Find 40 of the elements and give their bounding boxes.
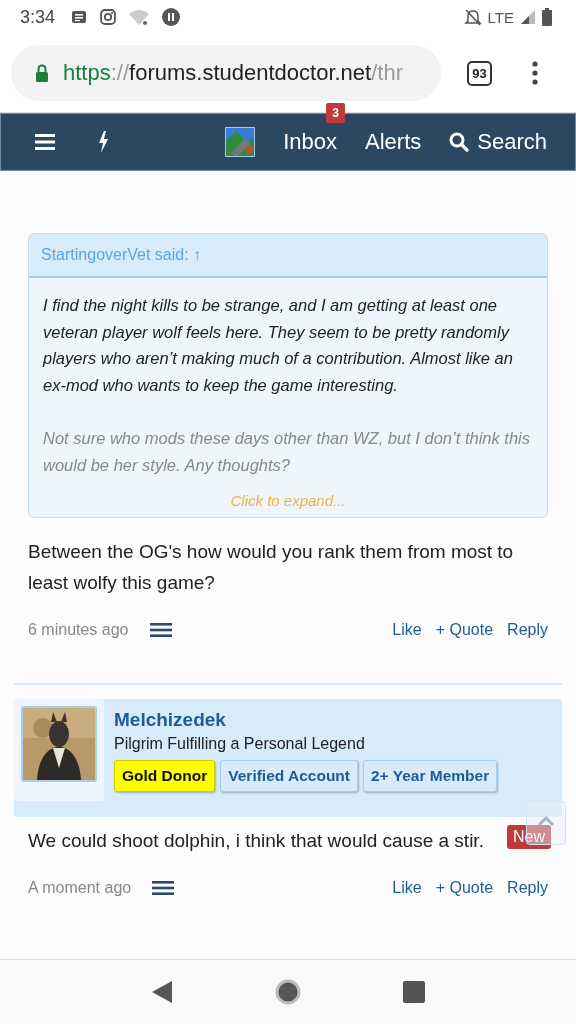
post-text: We could shoot dolphin, i think that would cause a stir.	[28, 829, 484, 853]
action-link[interactable]: Reply	[507, 879, 548, 897]
menu-icon[interactable]	[152, 881, 175, 895]
pause-icon	[161, 7, 182, 27]
post-time[interactable]: 6 minutes ago	[28, 621, 129, 639]
count-badge: 3	[326, 103, 346, 123]
back-icon[interactable]	[151, 980, 173, 1004]
menu-icon[interactable]	[35, 134, 55, 150]
quote-text: Not sure who mods these days other than WZ, but I don’t think this would be her style. Any thoughts?	[43, 428, 531, 476]
action-link[interactable]: Like	[392, 621, 422, 639]
camera-icon	[99, 8, 118, 26]
battery-icon	[542, 8, 552, 26]
muted-bell-icon	[463, 8, 482, 26]
tab-count-button[interactable]: 93	[467, 60, 492, 86]
search-button[interactable]: Search	[449, 129, 547, 155]
post-time[interactable]: A moment ago	[28, 879, 132, 897]
action-link[interactable]: + Quote	[435, 879, 494, 897]
user-title: Pilgrim Fulfilling a Personal Legend	[114, 735, 366, 753]
news-icon	[70, 8, 89, 26]
user-banner: Verified Account	[220, 760, 358, 792]
lightning-icon[interactable]	[97, 131, 109, 153]
post-text: Between the OG's how would you rank them from most to least wolfy this game?	[28, 540, 515, 595]
search-icon	[449, 132, 470, 152]
user-banner: 2+ Year Member	[363, 760, 498, 792]
username-link[interactable]: Melchizedek	[114, 709, 498, 731]
user-banner: Gold Donor	[114, 760, 216, 792]
nav-link[interactable]: Alerts	[365, 129, 422, 155]
more-icon[interactable]	[532, 61, 538, 85]
action-link[interactable]: Reply	[507, 621, 548, 639]
lock-icon	[35, 64, 49, 82]
wifi-icon	[128, 8, 151, 26]
menu-icon[interactable]	[149, 623, 172, 637]
network-label: LTE	[487, 8, 514, 26]
quote-text: I find the night kills to be strange, and I am getting at least one veteran player wolf feels here. They seem to be pretty randomly players who aren’t making much of a contribution. Almost like an ex-mod who wants to keep the game interesting.	[43, 295, 514, 396]
clock-time: 3:34	[20, 6, 56, 28]
action-link[interactable]: + Quote	[435, 621, 494, 639]
home-icon[interactable]	[275, 979, 301, 1005]
action-link[interactable]: Like	[392, 879, 422, 897]
signal-icon	[520, 9, 536, 25]
address-field[interactable]: https://forums.studentdoctor.net/thr	[11, 45, 441, 101]
